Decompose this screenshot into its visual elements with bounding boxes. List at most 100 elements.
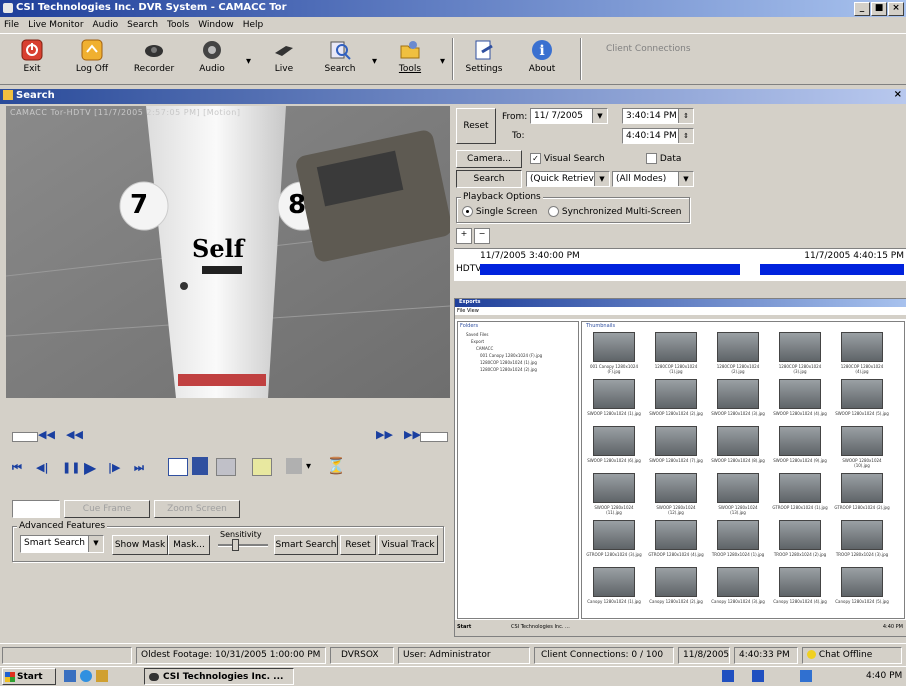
thumbnail-image[interactable] xyxy=(593,332,635,362)
thumbnail-image[interactable] xyxy=(593,520,635,550)
thumbnail-image[interactable] xyxy=(717,332,759,362)
thumbnail-image[interactable] xyxy=(841,567,883,597)
retrieve-mode-select[interactable]: (Quick Retrieve) ▼ xyxy=(526,171,610,187)
search-button[interactable]: Search xyxy=(456,170,522,188)
thumbnail-image[interactable] xyxy=(593,473,635,503)
snapshot-icon[interactable] xyxy=(286,458,302,474)
mask-button[interactable]: Mask... xyxy=(168,535,210,555)
frame-number-input[interactable] xyxy=(12,500,60,518)
thumbnail-image[interactable] xyxy=(717,520,759,550)
thumbnail-image[interactable] xyxy=(841,520,883,550)
camera-button[interactable]: Camera... xyxy=(456,150,522,168)
audio-button[interactable]: Audio xyxy=(184,36,240,82)
audio-dropdown-arrow[interactable]: ▾ xyxy=(246,56,251,67)
search-button-toolbar[interactable]: Search xyxy=(312,36,368,82)
zoom-out-timeline-icon[interactable]: − xyxy=(474,228,490,244)
reset-button[interactable]: Reset xyxy=(456,108,496,144)
thumbnail-image[interactable] xyxy=(717,567,759,597)
step-back-icon[interactable]: ◀| xyxy=(36,461,48,474)
menu-live-monitor[interactable]: Live Monitor xyxy=(28,20,83,30)
sensitivity-slider-thumb[interactable] xyxy=(232,539,239,551)
close-button[interactable]: × xyxy=(888,2,904,16)
menu-file[interactable]: File xyxy=(4,20,19,30)
smart-search-select[interactable]: Smart Search ▼ xyxy=(20,535,104,553)
cue-frame-button[interactable]: Cue Frame xyxy=(64,500,150,518)
thumbnail-image[interactable] xyxy=(779,473,821,503)
from-date-picker[interactable]: 11/ 7/2005 ▼ xyxy=(530,108,608,124)
chart-icon[interactable] xyxy=(252,458,272,476)
timeline-track-segment[interactable] xyxy=(480,264,740,275)
search-window-close-button[interactable]: × xyxy=(894,89,902,100)
thumbnail-image[interactable] xyxy=(841,379,883,409)
thumbnail-image[interactable] xyxy=(841,426,883,456)
time-spinner-icon[interactable]: ⇕ xyxy=(678,129,693,143)
step-forward-icon[interactable]: |▶ xyxy=(108,461,120,474)
thumbnail-image[interactable] xyxy=(779,332,821,362)
print-icon[interactable] xyxy=(216,458,236,476)
window-titlebar[interactable]: CSI Technologies Inc. DVR System - CAMAC… xyxy=(0,0,906,17)
explorer-thumbnail-pane[interactable]: Thumbnails 001 Canopy 1280x1024 (F).jpg 1… xyxy=(581,321,905,619)
fast-rewind-icon[interactable]: ◀◀ xyxy=(38,428,55,441)
tools-dropdown-arrow[interactable]: ▾ xyxy=(440,56,445,67)
browser-icon[interactable] xyxy=(80,670,92,682)
menu-audio[interactable]: Audio xyxy=(93,20,119,30)
sensitivity-slider[interactable] xyxy=(218,544,268,547)
explorer-folder-tree[interactable]: Folders Saved Files Export CAMACC 001 Canop… xyxy=(457,321,579,619)
tray-monitor-icon[interactable] xyxy=(752,670,764,682)
visual-search-checkbox[interactable]: ✓ xyxy=(530,153,541,164)
thumbnail-image[interactable] xyxy=(779,379,821,409)
live-button[interactable]: Live xyxy=(256,36,312,82)
tree-item[interactable]: 001 Canopy 1280x1024 (F).jpg xyxy=(480,353,542,358)
tree-item[interactable]: Export xyxy=(471,339,484,344)
thumbnail-image[interactable] xyxy=(655,379,697,409)
tree-item[interactable]: 1280COP 1280x1024 (1).jpg xyxy=(480,360,537,365)
timeline-track-segment[interactable] xyxy=(760,264,904,275)
calendar-dropdown-icon[interactable]: ▼ xyxy=(592,109,607,123)
tools-button[interactable]: Tools xyxy=(382,36,438,82)
data-checkbox[interactable] xyxy=(646,153,657,164)
thumbnail-image[interactable] xyxy=(841,473,883,503)
rewind-speed-slider[interactable] xyxy=(12,432,38,442)
recorder-button[interactable]: Recorder xyxy=(126,36,182,82)
video-display[interactable]: CAMACC Tor-HDTV [11/7/2005 2:57:05 PM] [… xyxy=(6,106,450,398)
sync-multi-option[interactable]: Synchronized Multi-Screen xyxy=(548,206,682,217)
smart-search-button[interactable]: Smart Search xyxy=(274,535,338,555)
thumbnail-image[interactable] xyxy=(779,426,821,456)
reset-advanced-button[interactable]: Reset xyxy=(340,535,376,555)
single-screen-radio[interactable] xyxy=(462,206,473,217)
chat-status[interactable]: Chat Offline xyxy=(802,647,902,664)
exit-button[interactable]: Exit xyxy=(4,36,60,82)
snapshot-dropdown-arrow[interactable]: ▾ xyxy=(306,461,311,472)
visual-track-button[interactable]: Visual Track xyxy=(378,535,438,555)
tray-app-icon[interactable] xyxy=(800,670,812,682)
sync-multi-radio[interactable] xyxy=(548,206,559,217)
search-window-titlebar[interactable]: Search × xyxy=(0,89,906,104)
to-time-input[interactable]: 4:40:14 PM ⇕ xyxy=(622,128,694,144)
export-icon[interactable] xyxy=(168,458,188,476)
settings-button[interactable]: Settings xyxy=(456,36,512,82)
forward-speed-slider[interactable] xyxy=(420,432,448,442)
save-icon[interactable] xyxy=(192,457,208,475)
minimize-button[interactable]: _ xyxy=(854,2,870,16)
fast-forward-icon[interactable]: ▶▶ xyxy=(404,428,421,441)
taskbar-app-button[interactable]: CSI Technologies Inc. ... xyxy=(144,668,294,685)
thumbnail-image[interactable] xyxy=(655,332,697,362)
pause-icon[interactable]: ❚❚ xyxy=(62,461,80,474)
forward-icon[interactable]: ▶▶ xyxy=(376,428,393,441)
zoom-screen-button[interactable]: Zoom Screen xyxy=(154,500,240,518)
thumbnail-image[interactable] xyxy=(841,332,883,362)
tree-item[interactable]: Saved Files xyxy=(466,332,488,337)
zoom-in-timeline-icon[interactable]: + xyxy=(456,228,472,244)
menu-search[interactable]: Search xyxy=(127,20,158,30)
thumbnail-image[interactable] xyxy=(717,473,759,503)
play-icon[interactable]: ▶ xyxy=(84,458,96,477)
chevron-down-icon[interactable]: ▼ xyxy=(678,172,693,186)
chevron-down-icon[interactable]: ▼ xyxy=(594,172,609,186)
from-time-input[interactable]: 3:40:14 PM ⇕ xyxy=(622,108,694,124)
folder-icon[interactable] xyxy=(96,670,108,682)
thumbnail-image[interactable] xyxy=(717,426,759,456)
thumbnail-image[interactable] xyxy=(593,567,635,597)
data-option[interactable]: Data xyxy=(646,153,681,164)
go-start-icon[interactable]: ⏮ xyxy=(12,461,22,475)
single-screen-option[interactable]: Single Screen xyxy=(462,206,537,217)
